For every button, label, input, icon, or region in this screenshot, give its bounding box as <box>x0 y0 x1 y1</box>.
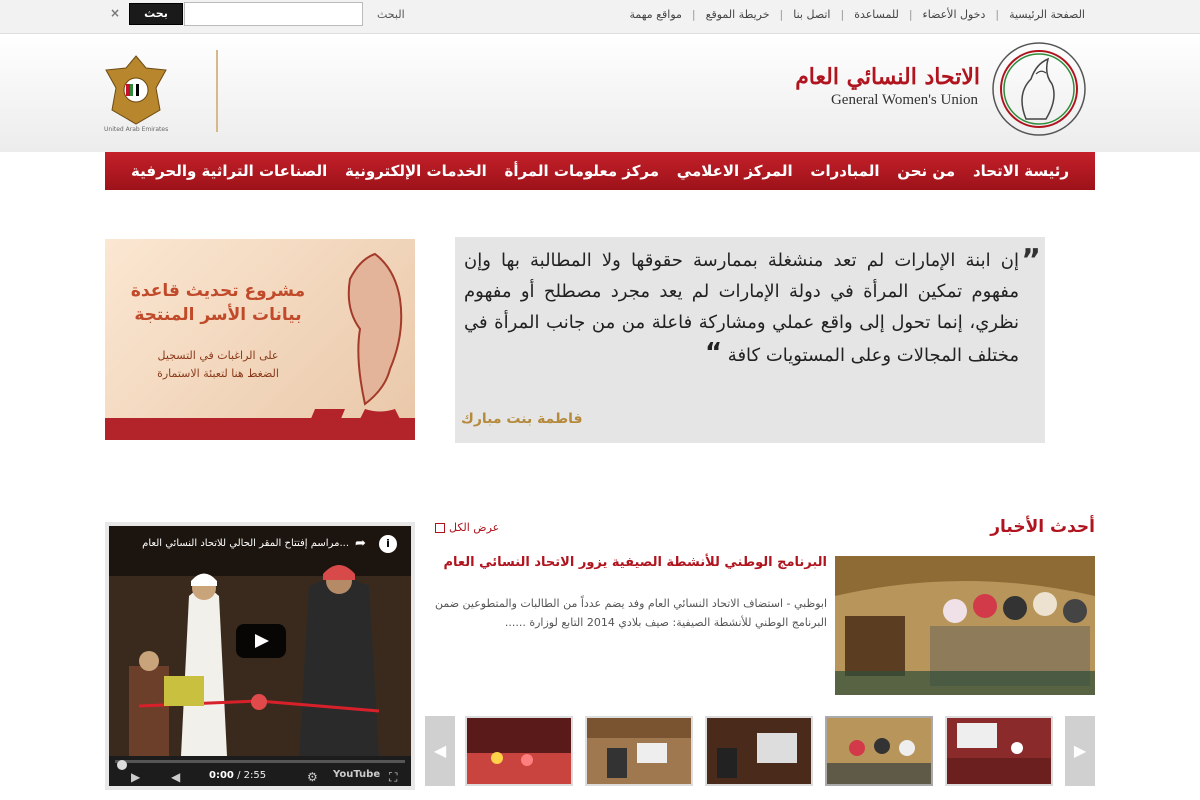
nav-item-heritage-crafts[interactable]: الصناعات التراثية والحرفية <box>131 162 327 180</box>
news-thumbnail-active[interactable] <box>825 716 933 786</box>
separator: | <box>691 8 696 21</box>
main-nav: رئيسة الاتحاد من نحن المبادرات المركز ال… <box>105 152 1095 190</box>
nav-item-media-center[interactable]: المركز الاعلامي <box>677 162 793 180</box>
thumbnail-image <box>587 718 691 784</box>
org-name-english: General Women's Union <box>830 92 978 108</box>
top-link-important-sites[interactable]: مواقع مهمة <box>619 8 691 21</box>
nav-item-e-services[interactable]: الخدمات الإلكترونية <box>345 162 487 180</box>
video-progress-bar[interactable] <box>115 760 405 770</box>
uae-emblem-icon <box>105 55 167 125</box>
volume-icon[interactable]: ◀ <box>171 770 180 784</box>
promo-subtitle-line-1: على الراغبات في التسجيل <box>157 349 279 362</box>
view-all-link[interactable]: عرض الكل <box>435 521 499 534</box>
separator: | <box>840 8 845 21</box>
video-current-time: 0:00 <box>209 770 234 781</box>
thumbnail-image <box>707 718 811 784</box>
active-thumbnail-pointer <box>873 716 885 718</box>
search-label: البحث <box>377 8 405 21</box>
quote-open-mark: ” <box>1021 243 1041 278</box>
nav-item-president[interactable]: رئيسة الاتحاد <box>973 162 1069 180</box>
promo-banner[interactable]: مشروع تحديث قاعدة بيانات الأسر المنتجة ع… <box>105 239 415 440</box>
video-time: 0:00 / 2:55 <box>209 770 266 781</box>
gazelle-illustration-icon <box>310 252 403 421</box>
progress-knob[interactable] <box>117 760 127 770</box>
org-name-arabic: الاتحاد النسائي العام <box>795 64 980 90</box>
search-input[interactable] <box>184 2 363 26</box>
header-divider <box>216 50 218 132</box>
youtube-logo-icon[interactable]: YouTube <box>333 769 380 780</box>
thumbnail-image <box>827 718 931 784</box>
top-link-sitemap[interactable]: خريطة الموقع <box>696 8 780 21</box>
news-featured-image[interactable] <box>835 556 1095 695</box>
copy-icon <box>435 522 445 533</box>
top-link-help[interactable]: للمساعدة <box>844 8 909 21</box>
news-section-title: أحدث الأخبار <box>990 517 1095 537</box>
news-headline[interactable]: البرنامج الوطني للأنشطة الصيفية يزور الا… <box>443 555 827 570</box>
separator: | <box>995 8 1000 21</box>
promo-subtitle-line-2: الضغط هنا لتعبئة الاستمارة <box>157 367 279 380</box>
gwu-logo-icon[interactable] <box>986 39 1092 139</box>
video-controls: ▶ ◀ 0:00 / 2:55 ⚙ YouTube ⛶ <box>109 756 411 786</box>
quote-author: فاطمة بنت مبارك <box>461 411 583 427</box>
news-thumbnail[interactable] <box>945 716 1053 786</box>
carousel-next-button[interactable]: ▶ <box>1065 716 1095 786</box>
view-all-label[interactable]: عرض الكل <box>449 521 499 534</box>
promo-title: مشروع تحديث قاعدة بيانات الأسر المنتجة <box>130 281 306 325</box>
news-thumbnail[interactable] <box>585 716 693 786</box>
play-button[interactable] <box>236 624 286 658</box>
news-thumbnail-strip: ◀ ▶ <box>425 716 1095 786</box>
quote-text: إن ابنة الإمارات لم تعد منشغلة بممارسة ح… <box>464 245 1019 371</box>
quote-close-mark: “ <box>704 338 723 368</box>
nav-item-about[interactable]: من نحن <box>897 162 955 180</box>
top-bar: الصفحة الرئيسية | دخول الأعضاء | للمساعدة |… <box>0 0 1200 34</box>
video-duration: / 2:55 <box>237 770 267 781</box>
top-link-contact[interactable]: اتصل بنا <box>783 8 840 21</box>
news-photo-illustration <box>835 556 1095 695</box>
fullscreen-icon[interactable]: ⛶ <box>389 770 397 785</box>
video-frame[interactable]: ➦ i ...مراسم إفتتاح المقر الحالي للاتحاد… <box>109 526 411 756</box>
top-link-members-login[interactable]: دخول الأعضاء <box>913 8 996 21</box>
video-player[interactable]: ➦ i ...مراسم إفتتاح المقر الحالي للاتحاد… <box>105 522 415 790</box>
play-icon[interactable]: ▶ <box>131 770 140 784</box>
thumbnail-image <box>467 718 571 784</box>
info-icon[interactable]: i <box>379 535 397 553</box>
separator: | <box>908 8 913 21</box>
nav-item-women-info-center[interactable]: مركز معلومات المرأة <box>504 162 659 180</box>
news-thumbnail[interactable] <box>705 716 813 786</box>
thumbnail-image <box>947 718 1051 784</box>
separator: | <box>779 8 784 21</box>
video-title[interactable]: ...مراسم إفتتاح المقر الحالي للاتحاد الن… <box>142 538 349 549</box>
settings-icon[interactable]: ⚙ <box>307 770 318 784</box>
news-body: ابوظبي - استضاف الاتحاد النسائي العام وف… <box>434 597 827 629</box>
close-icon[interactable]: × <box>110 6 120 20</box>
news-thumbnail[interactable] <box>465 716 573 786</box>
uae-caption: United Arab Emirates <box>104 126 169 133</box>
carousel-prev-button[interactable]: ◀ <box>425 716 455 786</box>
site-header: الاتحاد النسائي العام General Women's Un… <box>0 34 1200 152</box>
share-icon[interactable]: ➦ <box>355 536 366 551</box>
promo-subtitle: على الراغبات في التسجيل الضغط هنا لتعبئة… <box>113 347 323 383</box>
nav-item-initiatives[interactable]: المبادرات <box>810 162 879 180</box>
quote-box: ” إن ابنة الإمارات لم تعد منشغلة بممارسة… <box>455 237 1045 443</box>
top-link-home[interactable]: الصفحة الرئيسية <box>999 8 1095 21</box>
top-links: الصفحة الرئيسية | دخول الأعضاء | للمساعدة |… <box>619 8 1095 21</box>
quote-body: إن ابنة الإمارات لم تعد منشغلة بممارسة ح… <box>464 250 1019 366</box>
promo-bottom-bar <box>105 418 415 440</box>
search-button[interactable]: بحث <box>129 3 183 25</box>
